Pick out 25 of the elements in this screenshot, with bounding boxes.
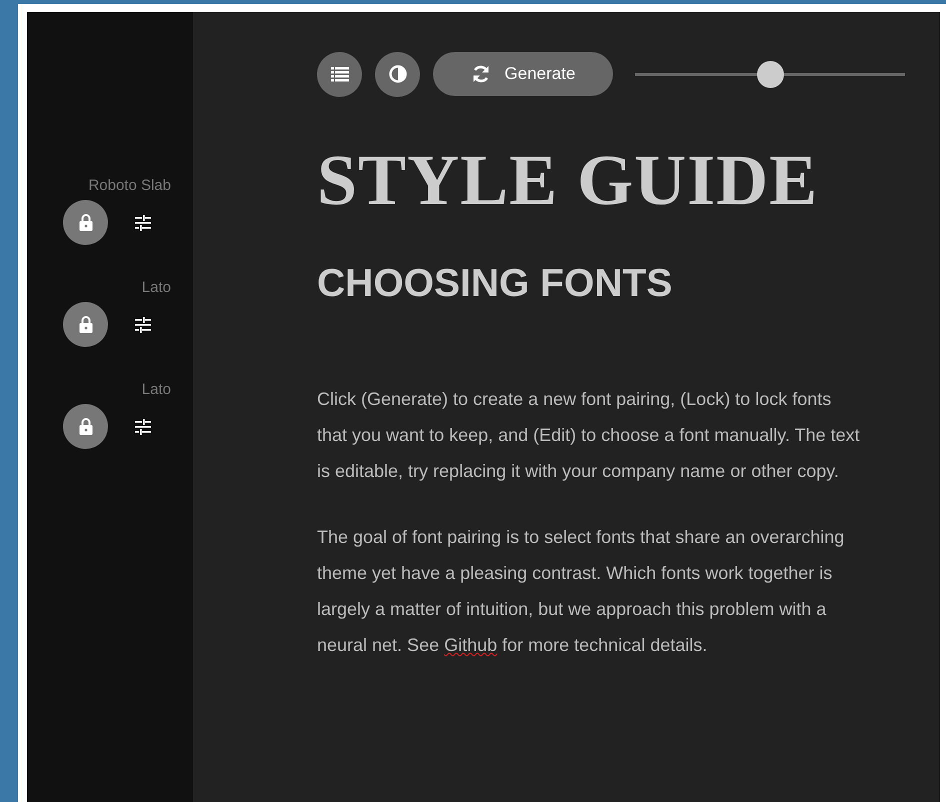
sliders-icon[interactable] [135, 316, 151, 332]
lock-icon [78, 214, 92, 231]
refresh-icon [470, 64, 491, 84]
section-heading: CHOOSING FONTS [317, 264, 674, 303]
lock-icon [78, 316, 92, 333]
page-title: STYLE GUIDE [317, 144, 820, 216]
sliders-icon[interactable] [135, 418, 151, 434]
font-name: Roboto Slab [88, 177, 171, 195]
slider-thumb[interactable] [757, 60, 784, 88]
body-paragraph: The goal of font pairing is to select fonts that share an overarching theme yet have a pleasing contrast. Which fonts work together is largely a matter of intuition, but we approach this problem with a neural net. See Github for more technical details. [317, 526, 846, 657]
lock-icon [78, 418, 92, 435]
contrast-button[interactable] [375, 52, 420, 96]
body-paragraph: Click (Generate) to create a new font pairing, (Lock) to lock fonts that you want to keep, and (Edit) to choose a font manually. The text is editable, try replacing it with your company name or other copy. [317, 388, 861, 483]
lock-button[interactable] [63, 302, 108, 347]
list-button[interactable] [317, 52, 362, 96]
lock-button[interactable] [63, 404, 108, 449]
github-link[interactable]: Github [444, 635, 498, 655]
contrast-icon [388, 65, 406, 83]
font-name: Lato [142, 381, 171, 399]
list-icon [330, 66, 348, 82]
font-name: Lato [142, 279, 171, 297]
sliders-icon[interactable] [135, 214, 151, 230]
lock-button[interactable] [63, 200, 108, 245]
slider[interactable] [635, 60, 905, 88]
generate-button[interactable]: Generate [433, 52, 613, 96]
